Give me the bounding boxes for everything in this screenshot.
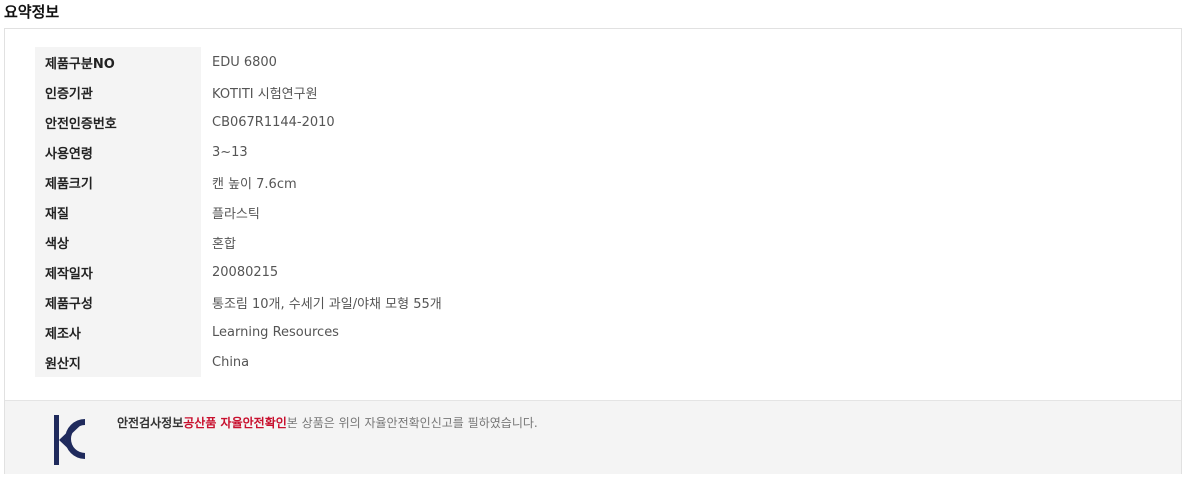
spec-value: 통조림 10개, 수세기 과일/야채 모형 55개 xyxy=(212,296,442,312)
spec-value: 플라스틱 xyxy=(212,206,260,222)
spec-key: 안전인증번호 xyxy=(35,107,201,137)
spec-key: 제품크기 xyxy=(35,167,201,197)
spec-key: 재질 xyxy=(35,197,201,227)
kc-notice: 안전검사정보공산품 자율안전확인본 상품은 위의 자율안전확인신고를 필하였습니… xyxy=(117,414,538,431)
spec-value: 캔 높이 7.6cm xyxy=(212,176,297,192)
spec-value: 혼합 xyxy=(212,236,236,252)
spec-value: Learning Resources xyxy=(212,324,339,340)
kc-description: 본 상품은 위의 자율안전확인신고를 필하였습니다. xyxy=(286,416,538,430)
kc-label: 안전검사정보 xyxy=(117,416,184,430)
spec-value: EDU 6800 xyxy=(212,54,277,70)
spec-row: 제품구분NO EDU 6800 xyxy=(35,47,442,77)
spec-key: 제품구분NO xyxy=(35,47,201,77)
spec-value: CB067R1144-2010 xyxy=(212,114,335,130)
spec-key: 인증기관 xyxy=(35,77,201,107)
spec-key: 제조사 xyxy=(35,317,201,347)
spec-key: 원산지 xyxy=(35,347,201,377)
spec-key: 사용연령 xyxy=(35,137,201,167)
spec-key: 제작일자 xyxy=(35,257,201,287)
kc-safety-info: 안전검사정보공산품 자율안전확인본 상품은 위의 자율안전확인신고를 필하였습니… xyxy=(5,400,1181,474)
spec-value: China xyxy=(212,354,250,370)
spec-value: 3~13 xyxy=(212,144,248,160)
section-title: 요약정보 xyxy=(4,3,60,21)
spec-row: 제품구성 통조림 10개, 수세기 과일/야채 모형 55개 xyxy=(35,287,442,317)
spec-row: 제조사 Learning Resources xyxy=(35,317,442,347)
spec-row: 원산지 China xyxy=(35,347,442,377)
kc-highlight: 공산품 자율안전확인 xyxy=(183,416,287,430)
spec-row: 제품크기 캔 높이 7.6cm xyxy=(35,167,442,197)
summary-info-panel: 제품구분NO EDU 6800 인증기관 KOTITI 시험연구원 안전인증번호 CB… xyxy=(4,28,1182,474)
spec-key: 색상 xyxy=(35,227,201,257)
spec-row: 인증기관 KOTITI 시험연구원 xyxy=(35,77,442,107)
spec-key: 제품구성 xyxy=(35,287,201,317)
kc-mark-icon xyxy=(54,415,85,465)
spec-row: 안전인증번호 CB067R1144-2010 xyxy=(35,107,442,137)
spec-table: 제품구분NO EDU 6800 인증기관 KOTITI 시험연구원 안전인증번호 CB… xyxy=(35,47,442,377)
spec-value: 20080215 xyxy=(212,264,279,280)
spec-value: KOTITI 시험연구원 xyxy=(212,86,318,102)
spec-row: 색상 혼합 xyxy=(35,227,442,257)
spec-row: 제작일자 20080215 xyxy=(35,257,442,287)
spec-row: 사용연령 3~13 xyxy=(35,137,442,167)
spec-row: 재질 플라스틱 xyxy=(35,197,442,227)
